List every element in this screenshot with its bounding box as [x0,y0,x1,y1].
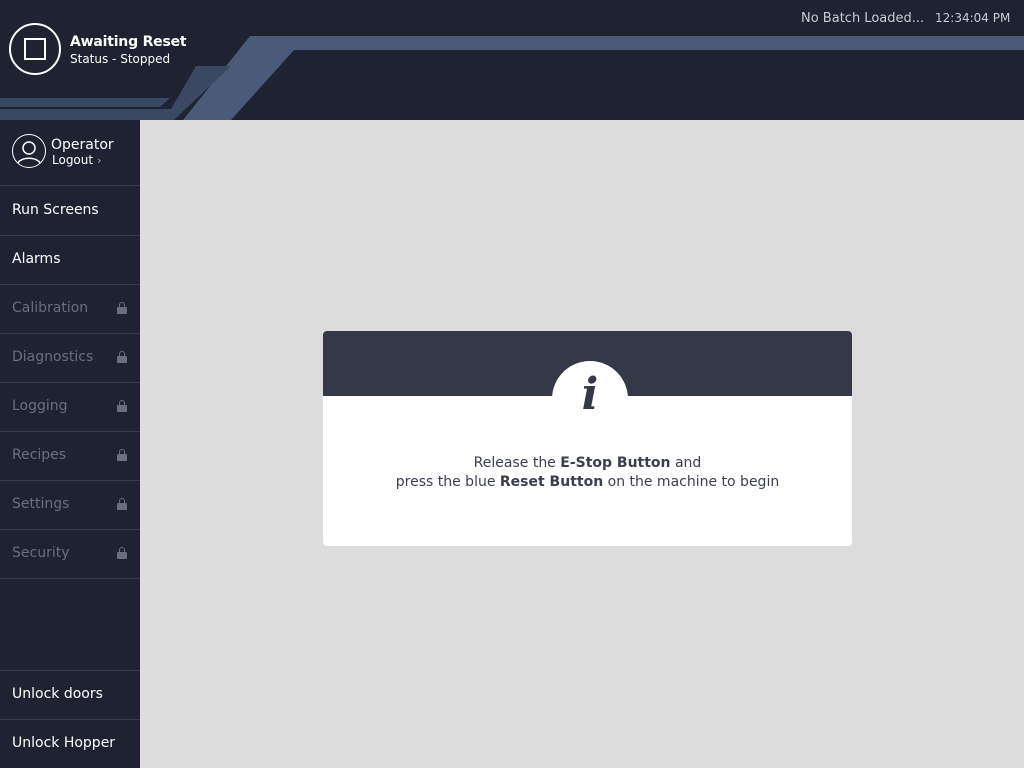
batch-status[interactable]: No Batch Loaded... [801,11,924,26]
nav-item-label: Alarms [12,251,61,267]
lock-icon [117,351,127,363]
nav-item-label: Diagnostics [12,349,94,365]
unlock-hopper-button[interactable]: Unlock Hopper [0,719,140,768]
nav-item-diagnostics[interactable]: Diagnostics [0,334,140,383]
nav-item-label: Run Screens [12,202,99,218]
nav-item-label: Logging [12,398,68,414]
user-panel: Operator Logout › [0,120,140,186]
info-glyph: i [581,369,599,420]
lock-icon [117,547,127,559]
lock-icon [117,449,127,461]
clock: 12:34:04 PM [935,11,1011,25]
logout-link[interactable]: Logout › [52,153,102,167]
nav-item-label: Security [12,545,70,561]
message-line-2: press the blue Reset Button on the machi… [395,474,780,490]
nav-item-recipes[interactable]: Recipes [0,432,140,481]
info-icon: i [552,361,628,437]
unlock-doors-button[interactable]: Unlock doors [0,670,140,719]
lock-icon [117,302,127,314]
nav-item-label: Settings [12,496,70,512]
info-dialog: i Release the E-Stop Button and press th… [323,331,852,546]
machine-status-icon [9,23,61,75]
dialog-message: Release the E-Stop Button and press the … [323,454,852,492]
nav-item-label: Calibration [12,300,89,316]
sidebar: Operator Logout › Run Screens Alarms Cali… [0,120,140,768]
nav-item-settings[interactable]: Settings [0,481,140,530]
message-line-1: Release the E-Stop Button and [473,455,702,471]
nav-item-security[interactable]: Security [0,530,140,579]
app-header: Awaiting Reset Status - Stopped No Batch… [0,0,1024,120]
lock-icon [117,400,127,412]
nav-item-alarms[interactable]: Alarms [0,236,140,285]
status-title: Awaiting Reset [70,34,187,50]
unlock-hopper-label: Unlock Hopper [12,735,116,751]
nav-item-run-screens[interactable]: Run Screens [0,187,140,236]
lock-icon [117,498,127,510]
stop-square-icon [24,38,46,60]
status-subtitle: Status - Stopped [70,52,171,66]
chevron-right-icon: › [97,154,102,167]
logout-label: Logout [52,153,94,167]
user-name: Operator [51,137,114,153]
nav-item-logging[interactable]: Logging [0,383,140,432]
user-avatar-icon [12,134,46,168]
unlock-doors-label: Unlock doors [12,686,103,702]
nav-item-label: Recipes [12,447,67,463]
nav-item-calibration[interactable]: Calibration [0,285,140,334]
